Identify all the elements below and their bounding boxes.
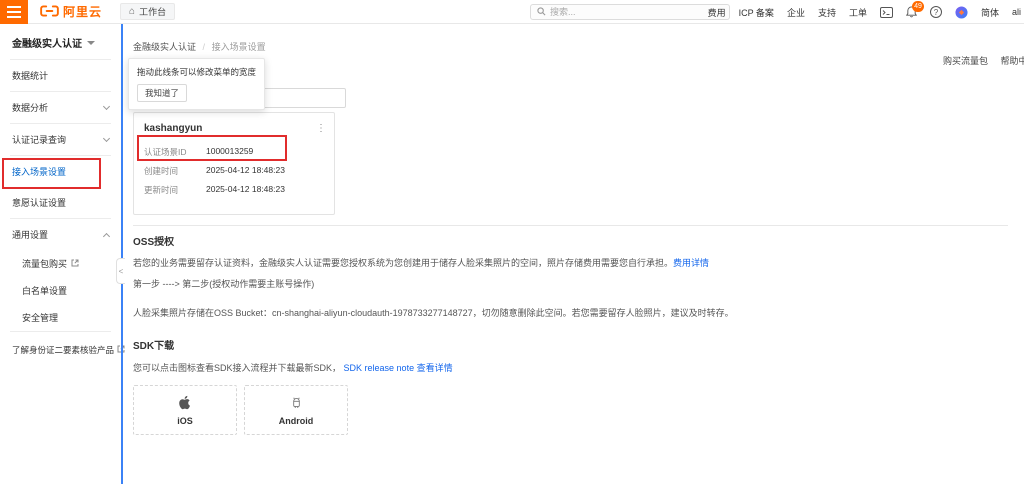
sidebar-item-willingness-auth[interactable]: 意愿认证设置 <box>0 187 121 218</box>
help-icon[interactable]: ? <box>930 6 942 18</box>
aliyun-logo-text: 阿里云 <box>63 3 102 20</box>
sidebar-item-label: 意愿认证设置 <box>12 196 66 209</box>
menu-item-icp[interactable]: ICP 备案 <box>739 6 774 19</box>
sdk-description: 您可以点击图标查看SDK接入流程并下载最新SDK， SDK release no… <box>133 361 1013 374</box>
chevron-down-icon <box>103 135 110 142</box>
home-icon: ⌂ <box>129 6 135 17</box>
sidebar-item-label: 通用设置 <box>12 228 48 241</box>
sidebar: 金融级实人认证 数据统计 数据分析 认证记录查询 接入场景设置 意愿认证设置 通… <box>0 24 121 484</box>
sdk-view-details-link[interactable]: 查看详情 <box>417 363 453 373</box>
top-nav-bar: 阿里云 ⌂ 工作台 费用 ICP 备案 企业 支持 工单 49 ? <box>0 0 1024 24</box>
sidebar-item-security-management[interactable]: 安全管理 <box>0 304 121 331</box>
chevron-down-icon <box>103 103 110 110</box>
android-label: Android <box>279 416 314 426</box>
breadcrumb-current: 接入场景设置 <box>212 42 266 52</box>
fee-details-link[interactable]: 费用详情 <box>673 258 709 268</box>
global-search-input[interactable] <box>550 7 723 17</box>
workspace-button[interactable]: ⌂ 工作台 <box>120 3 175 20</box>
sidebar-item-label: 数据分析 <box>12 101 48 114</box>
chevron-up-icon <box>103 232 110 239</box>
global-search[interactable] <box>530 4 730 20</box>
language-switch[interactable]: 简体 <box>981 6 999 19</box>
sidebar-item-label: 了解身份证二要素核验产品 <box>12 344 114 356</box>
sdk-description-text: 您可以点击图标查看SDK接入流程并下载最新SDK， <box>133 363 341 373</box>
scene-card-row-created: 创建时间 2025-04-12 18:48:23 <box>134 161 334 180</box>
oss-bucket-text: 人脸采集照片存储在OSS Bucket：cn-shanghai-aliyun-c… <box>133 306 1013 319</box>
sidebar-item-id-verification-product[interactable]: 了解身份证二要素核验产品 <box>0 332 121 365</box>
breadcrumb: 金融级实人认证 / 接入场景设置 <box>133 40 266 53</box>
android-icon <box>289 394 304 413</box>
field-label: 认证场景ID <box>144 146 206 158</box>
android-sdk-card[interactable]: Android <box>244 385 348 435</box>
sidebar-item-label: 白名单设置 <box>22 284 67 297</box>
scene-card: kashangyun ⋮ 认证场景ID 1000013259 创建时间 2025… <box>133 112 335 215</box>
scene-card-title: kashangyun <box>144 123 202 134</box>
help-center-link[interactable]: 帮助中心 <box>1001 56 1024 66</box>
tooltip-confirm-button[interactable]: 我知道了 <box>137 84 187 102</box>
field-value: 1000013259 <box>206 146 253 158</box>
notification-badge: 49 <box>912 1 924 12</box>
oss-steps-text: 第一步 ----> 第二步(授权动作需要主账号操作) <box>133 277 1013 290</box>
aliyun-logo-icon <box>40 5 59 19</box>
sidebar-item-whitelist-settings[interactable]: 白名单设置 <box>0 277 121 304</box>
sidebar-collapse-handle[interactable]: < <box>116 258 125 284</box>
tooltip-text: 拖动此线条可以修改菜单的宽度 <box>137 66 256 78</box>
aliyun-logo[interactable]: 阿里云 <box>40 3 102 20</box>
field-label: 更新时间 <box>144 184 206 196</box>
breadcrumb-separator: / <box>203 42 206 52</box>
sidebar-item-buy-package[interactable]: 流量包购买 <box>0 250 121 277</box>
menu-item-support[interactable]: 支持 <box>818 6 836 19</box>
breadcrumb-parent[interactable]: 金融级实人认证 <box>133 42 196 52</box>
menu-item-enterprise[interactable]: 企业 <box>787 6 805 19</box>
sidebar-item-data-analysis[interactable]: 数据分析 <box>0 92 121 123</box>
caret-down-icon <box>87 41 95 45</box>
scene-card-row-updated: 更新时间 2025-04-12 18:48:23 <box>134 180 334 199</box>
sdk-download-section: SDK下载 您可以点击图标查看SDK接入流程并下载最新SDK， SDK rele… <box>133 337 1013 435</box>
search-icon <box>537 7 546 18</box>
ios-sdk-card[interactable]: iOS <box>133 385 237 435</box>
apple-icon <box>178 394 193 413</box>
oss-authorization-section: OSS授权 若您的业务需要留存认证资料，金融级实人认证需要您授权系统为您创建用于… <box>133 233 1013 319</box>
sidebar-resize-handle[interactable] <box>121 24 123 484</box>
field-label: 创建时间 <box>144 165 206 177</box>
sidebar-item-label: 流量包购买 <box>22 257 67 270</box>
scene-card-row-id: 认证场景ID 1000013259 <box>134 142 334 161</box>
sidebar-item-data-statistics[interactable]: 数据统计 <box>0 60 121 91</box>
sdk-release-note-link[interactable]: SDK release note <box>344 363 415 373</box>
resize-hint-tooltip: 拖动此线条可以修改菜单的宽度 我知道了 <box>128 58 265 110</box>
main-content: 金融级实人认证 / 接入场景设置 购买流量包 帮助中心 拖动此线条可以修改菜单的… <box>123 24 1024 484</box>
header-right-menu: 费用 ICP 备案 企业 支持 工单 49 ? <box>708 0 1024 24</box>
oss-description: 若您的业务需要留存认证资料，金融级实人认证需要您授权系统为您创建用于储存人脸采集… <box>133 256 1013 269</box>
section-divider <box>133 225 1008 226</box>
ios-label: iOS <box>177 416 193 426</box>
field-value: 2025-04-12 18:48:23 <box>206 165 285 177</box>
sidebar-product-title[interactable]: 金融级实人认证 <box>0 24 121 59</box>
app-center-icon[interactable] <box>955 6 968 19</box>
console-page: 阿里云 ⌂ 工作台 费用 ICP 备案 企业 支持 工单 49 ? <box>0 0 1024 484</box>
cloudshell-icon[interactable] <box>880 7 893 18</box>
buy-traffic-package-link[interactable]: 购买流量包 <box>943 56 988 66</box>
oss-section-title: OSS授权 <box>133 233 1013 248</box>
sidebar-item-general-settings[interactable]: 通用设置 <box>0 219 121 250</box>
sidebar-item-scene-settings[interactable]: 接入场景设置 <box>0 156 121 187</box>
sidebar-item-label: 认证记录查询 <box>12 133 66 146</box>
sidebar-item-label: 安全管理 <box>22 311 58 324</box>
sdk-section-title: SDK下载 <box>133 337 1013 352</box>
menu-item-billing[interactable]: 费用 <box>708 6 726 19</box>
external-link-icon <box>71 259 79 269</box>
sidebar-item-label: 数据统计 <box>12 69 48 82</box>
notifications-bell-icon[interactable]: 49 <box>906 6 917 18</box>
kebab-menu-icon[interactable]: ⋮ <box>316 126 326 132</box>
menu-item-tickets[interactable]: 工单 <box>849 6 867 19</box>
platform-cards: iOS Android <box>133 385 1013 435</box>
sidebar-product-title-label: 金融级实人认证 <box>12 35 82 50</box>
page-top-links: 购买流量包 帮助中心 <box>943 54 1024 67</box>
oss-description-text: 若您的业务需要留存认证资料，金融级实人认证需要您授权系统为您创建用于储存人脸采集… <box>133 258 673 268</box>
workspace-label: 工作台 <box>139 5 166 18</box>
sidebar-item-label: 接入场景设置 <box>12 165 66 178</box>
hamburger-menu-icon[interactable] <box>0 0 28 24</box>
field-value: 2025-04-12 18:48:23 <box>206 184 285 196</box>
account-name-clipped[interactable]: ali <box>1012 7 1024 17</box>
sidebar-item-auth-records[interactable]: 认证记录查询 <box>0 124 121 155</box>
